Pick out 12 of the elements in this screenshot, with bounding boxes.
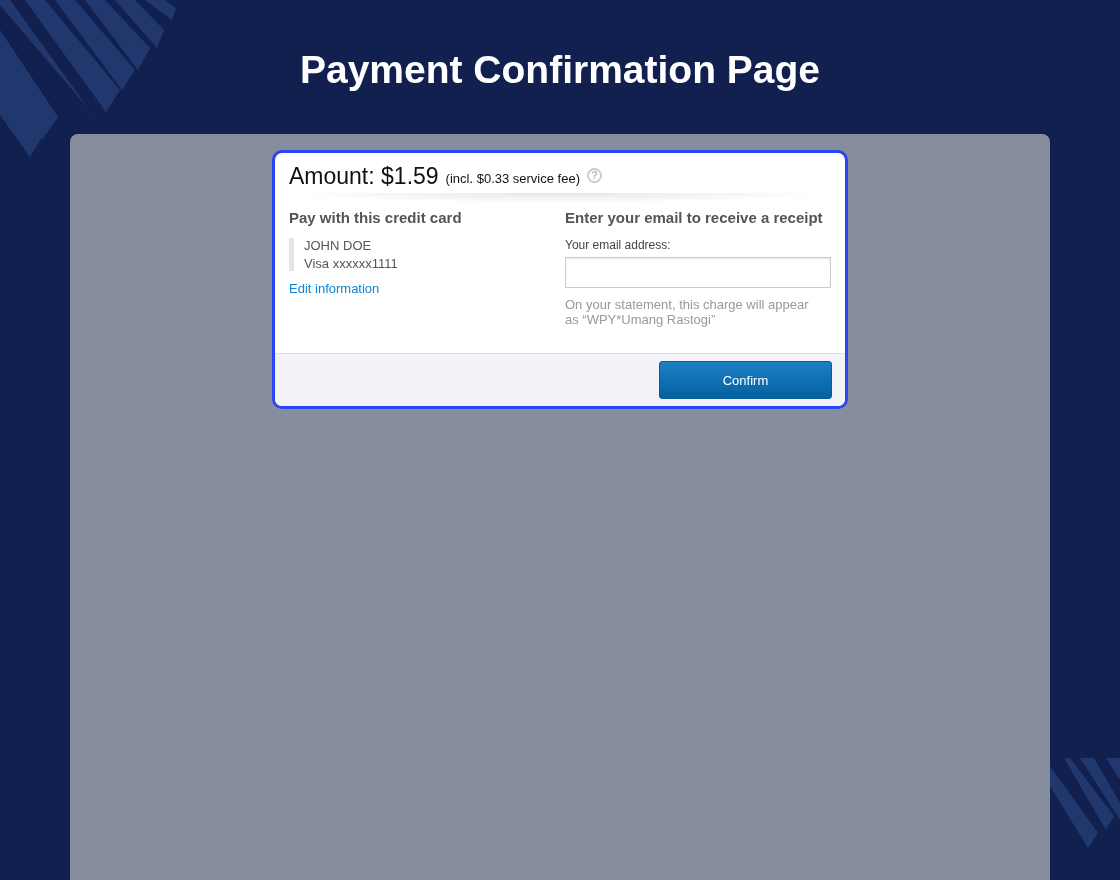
email-field[interactable]: [565, 257, 831, 288]
statement-note: On your statement, this charge will appear as “WPY*Umang Rastogi”: [565, 297, 810, 327]
card-number: Visa xxxxxx1111: [304, 256, 398, 271]
fee-text: (incl. $0.33 service fee): [445, 171, 580, 186]
section-heading: Enter your email to receive a receipt: [565, 209, 823, 226]
page-title: Payment Confirmation Page: [299, 47, 821, 93]
confirm-button[interactable]: Confirm: [659, 361, 832, 399]
amount-text: Amount: $1.59: [289, 162, 439, 190]
cardholder-name: JOHN DOE: [304, 238, 373, 253]
edit-link[interactable]: Edit information: [289, 281, 380, 296]
field-label: Your email address:: [565, 238, 671, 252]
section-heading: Pay with this credit card: [289, 209, 462, 226]
